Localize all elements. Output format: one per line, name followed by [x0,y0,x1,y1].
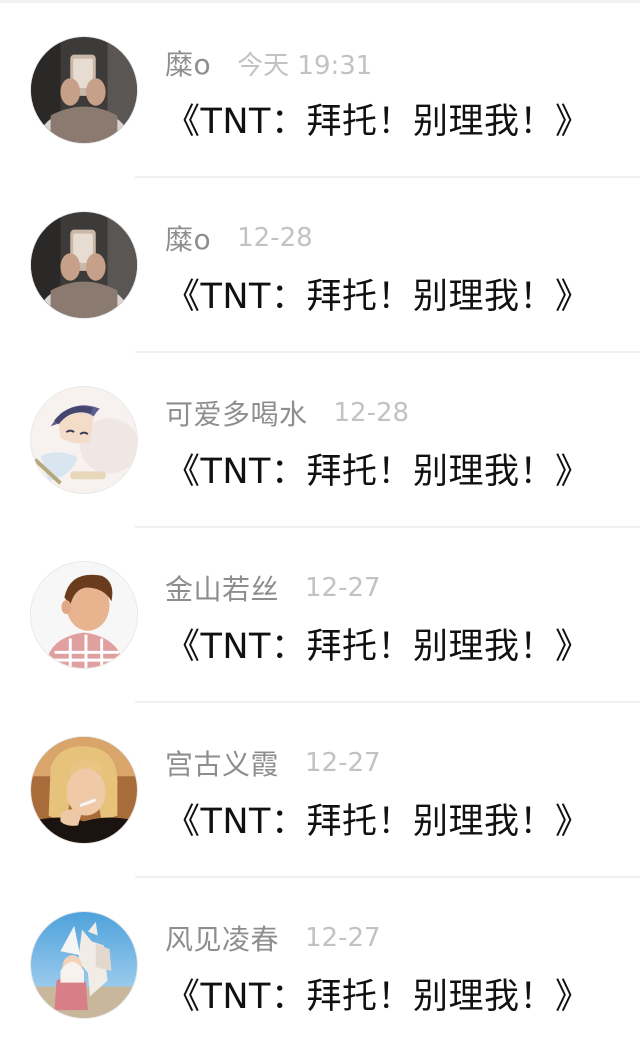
comment-item[interactable]: 风见凌春 12-27 《TNT：拜托！别理我！》 [0,878,640,1053]
avatar[interactable] [30,911,138,1019]
timestamp: 12-27 [305,923,381,953]
username[interactable]: 金山若丝 [165,568,279,608]
avatar-photo-woman-smoking-icon [31,737,137,843]
comment-meta: 糜o 今天 19:31 [165,43,372,83]
comment-text: 《TNT：拜托！别理我！》 [165,802,591,842]
timestamp: 今天 19:31 [237,50,373,81]
timestamp: 12-27 [305,748,381,778]
comment-text: 《TNT：拜托！别理我！》 [165,977,591,1017]
comment-text: 《TNT：拜托！别理我！》 [165,452,591,492]
comment-item[interactable]: 宫古义霞 12-27 《TNT：拜托！别理我！》 [0,703,640,878]
comment-meta: 金山若丝 12-27 [165,568,381,608]
username[interactable]: 糜o [165,218,211,258]
comment-item[interactable]: 金山若丝 12-27 《TNT：拜托！别理我！》 [0,528,640,703]
username[interactable]: 风见凌春 [165,918,279,958]
username[interactable]: 糜o [165,43,211,83]
comment-text: 《TNT：拜托！别理我！》 [165,277,591,317]
avatar-photo-phone-selfie-icon [31,37,137,143]
avatar-photo-boy-icon [31,562,137,668]
avatar[interactable] [30,36,138,144]
comment-meta: 风见凌春 12-27 [165,918,381,958]
comment-text: 《TNT：拜托！别理我！》 [165,627,591,667]
avatar[interactable] [30,386,138,494]
username[interactable]: 可爱多喝水 [165,393,308,433]
avatar-anime-character-icon [31,387,137,493]
comment-item[interactable]: 可爱多喝水 12-28 《TNT：拜托！别理我！》 [0,353,640,528]
comment-text: 《TNT：拜托！别理我！》 [165,102,591,142]
comment-list: 糜o 今天 19:31 《TNT：拜托！别理我！》 糜o 12-28 《TNT：… [0,3,640,1053]
comment-meta: 宫古义霞 12-27 [165,743,381,783]
comment-meta: 可爱多喝水 12-28 [165,393,409,433]
comment-item[interactable]: 糜o 今天 19:31 《TNT：拜托！别理我！》 [0,3,640,178]
comment-meta: 糜o 12-28 [165,218,313,258]
timestamp: 12-27 [305,573,381,603]
avatar[interactable] [30,561,138,669]
avatar[interactable] [30,736,138,844]
timestamp: 12-28 [237,223,313,253]
timestamp: 12-28 [333,398,410,428]
avatar-photo-horse-rider-icon [31,912,137,1018]
avatar[interactable] [30,211,138,319]
avatar-photo-phone-selfie-icon [31,212,137,318]
comment-item[interactable]: 糜o 12-28 《TNT：拜托！别理我！》 [0,178,640,353]
username[interactable]: 宫古义霞 [165,743,279,783]
